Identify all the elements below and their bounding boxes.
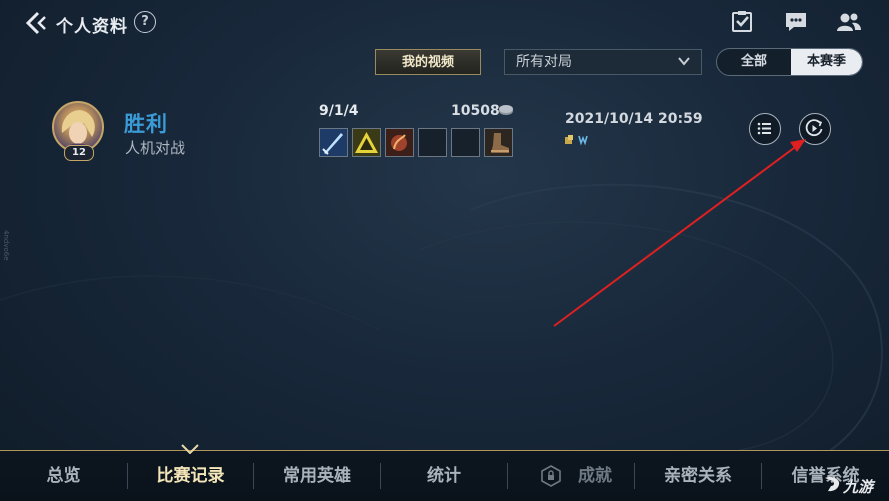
item-slot[interactable] [484, 128, 513, 157]
tab-favorite-heroes[interactable]: 常用英雄 [254, 451, 380, 501]
match-mode-select[interactable]: 所有对局 [504, 49, 702, 75]
coin-icon [499, 105, 513, 115]
gold-value: 10508 [451, 103, 500, 119]
flame-item-icon [386, 129, 413, 156]
match-mode-value: 所有对局 [516, 54, 572, 70]
friends-icon[interactable] [836, 10, 862, 34]
tab-divider [507, 463, 508, 489]
task-badge-icon[interactable] [729, 10, 755, 34]
item-slot[interactable] [319, 128, 348, 157]
tab-match-history[interactable]: 比赛记录 [128, 451, 253, 501]
kda-value: 9/1/4 [319, 103, 359, 119]
bottom-nav: 总览 比赛记录 常用英雄 统计 成就 亲密关系 信誉系统 [0, 450, 889, 501]
tab-overview[interactable]: 总览 [0, 451, 127, 501]
watermark-text: 九游 [843, 478, 874, 496]
replay-button[interactable] [799, 113, 831, 145]
tab-relationships[interactable]: 亲密关系 [635, 451, 761, 501]
locked-hexagon-icon [541, 465, 561, 487]
season-toggle[interactable]: 全部 本赛季 [716, 48, 863, 76]
tab-achievements[interactable]: 成就 [555, 451, 635, 501]
match-datetime: 2021/10/14 20:59 [565, 111, 703, 127]
my-videos-button[interactable]: 我的视频 [375, 49, 481, 75]
chat-icon[interactable] [783, 10, 809, 34]
blade-item-icon [320, 129, 347, 156]
team-tags-icon [565, 135, 588, 146]
boots-item-icon [485, 129, 512, 156]
tab-stats[interactable]: 统计 [381, 451, 507, 501]
toggle-season[interactable]: 本赛季 [791, 49, 862, 75]
top-bar: 个人资料 ? [0, 0, 889, 44]
replay-icon [805, 119, 823, 137]
empty-item-slot[interactable] [418, 128, 447, 157]
hero-portrait-icon [61, 110, 95, 151]
item-slot[interactable] [352, 128, 381, 157]
list-icon [757, 122, 771, 135]
page-title: 个人资料 [56, 17, 128, 37]
toggle-all[interactable]: 全部 [717, 49, 791, 75]
back-icon[interactable] [20, 8, 50, 38]
match-result: 胜利 [124, 112, 168, 136]
match-detail-button[interactable] [749, 113, 781, 145]
active-tab-marker-icon [181, 444, 199, 454]
chevron-down-icon [678, 57, 690, 66]
hero-level-badge: 12 [64, 145, 94, 161]
item-slot[interactable] [385, 128, 414, 157]
side-watermark-text: 4ndvo6e [2, 230, 10, 261]
help-icon[interactable]: ? [134, 11, 156, 33]
triangle-item-icon [353, 129, 380, 156]
match-mode-label: 人机对战 [125, 139, 186, 157]
empty-item-slot[interactable] [451, 128, 480, 157]
watermark-logo-icon [825, 477, 840, 492]
